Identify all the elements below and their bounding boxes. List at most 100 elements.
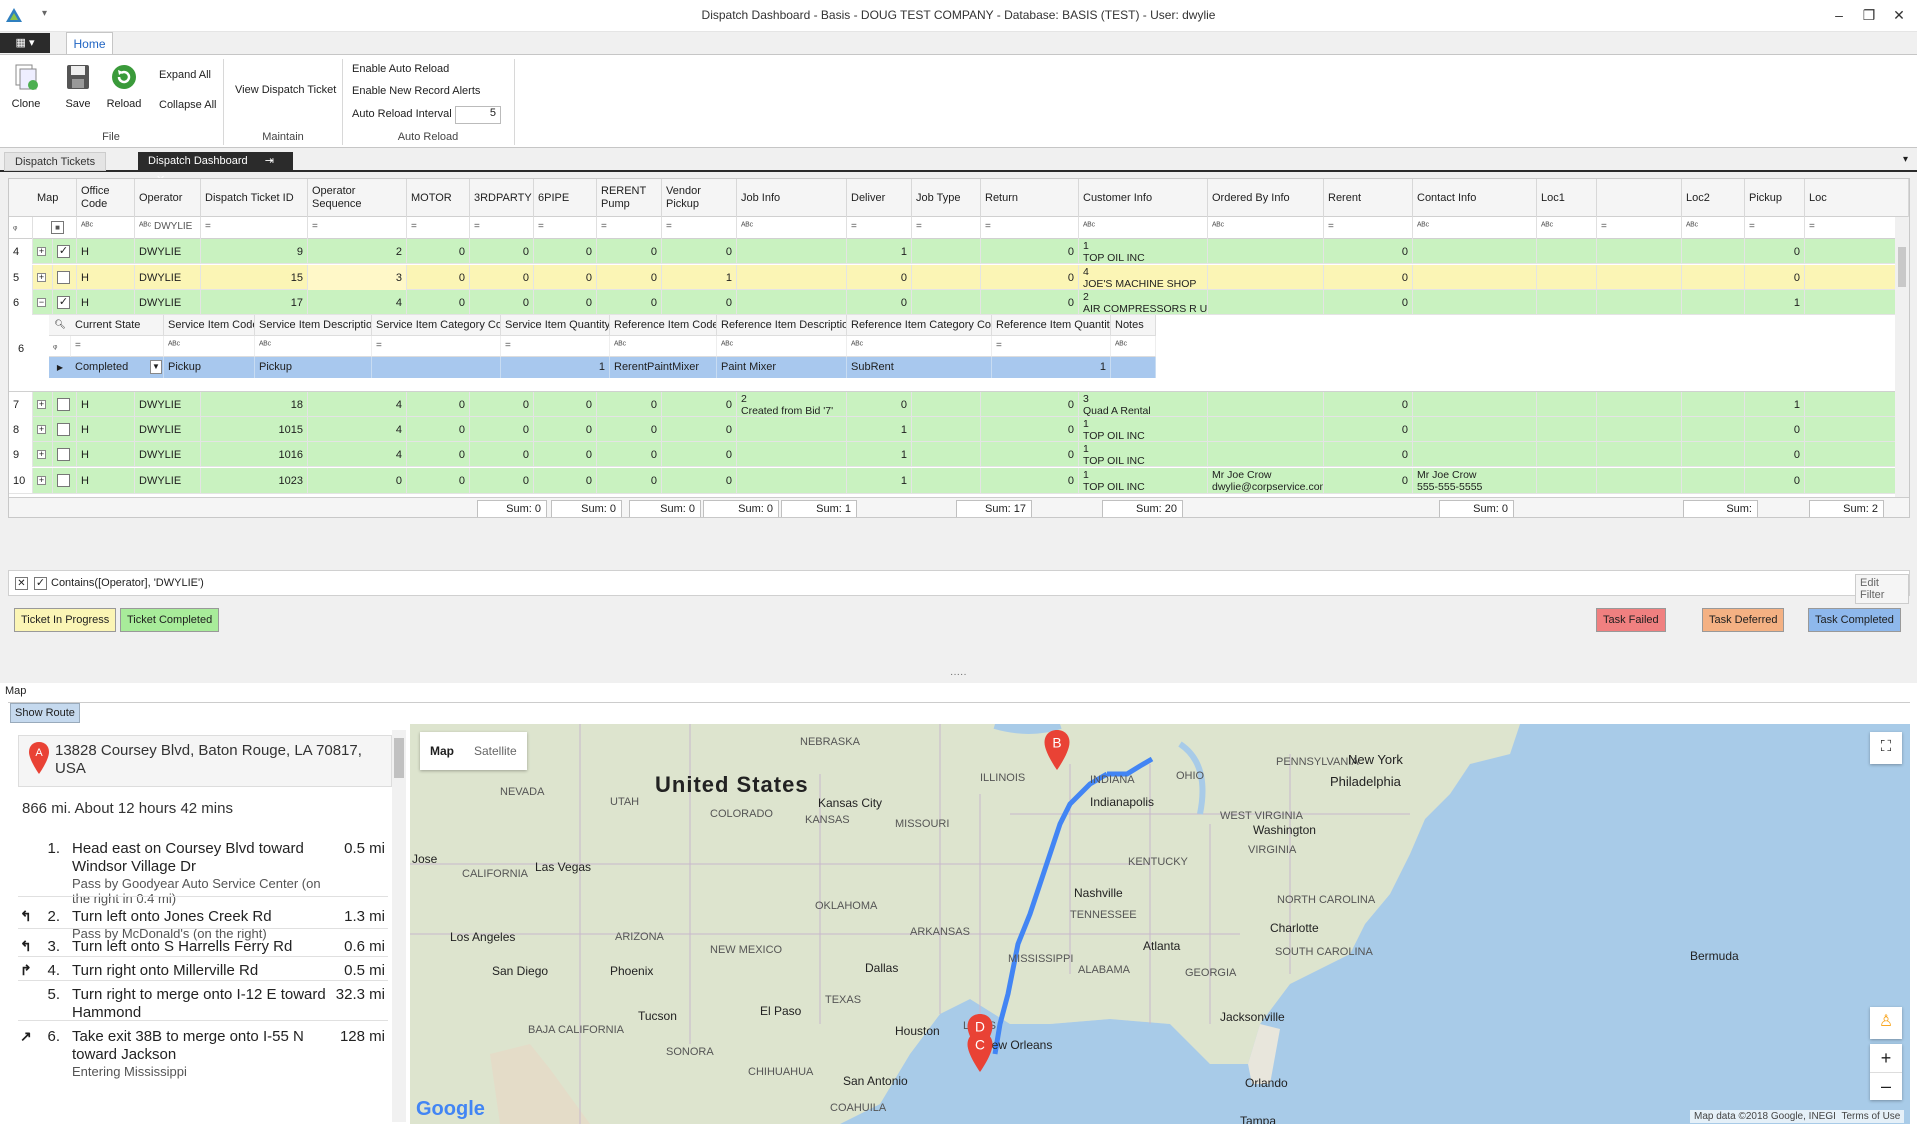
step-text[interactable]: Turn right onto Millerville Rd bbox=[72, 962, 337, 980]
motor-cell[interactable]: 0 bbox=[407, 290, 470, 315]
ord-info-cell[interactable] bbox=[1208, 442, 1324, 467]
cust-info-cell[interactable]: 1 TOP OIL INC bbox=[1079, 442, 1208, 467]
expand-all-button[interactable]: Expand All bbox=[159, 69, 211, 81]
detail-column-header[interactable]: Notes bbox=[1111, 315, 1156, 336]
detail-code-cell[interactable]: Pickup bbox=[164, 357, 255, 378]
seq-cell[interactable]: 0 bbox=[308, 468, 407, 493]
rerent2-cell[interactable]: 0 bbox=[1324, 290, 1413, 315]
cust-info-cell[interactable]: 4 JOE'S MACHINE SHOP bbox=[1079, 265, 1208, 290]
office-cell[interactable]: H bbox=[77, 468, 135, 493]
loc1-cell[interactable] bbox=[1537, 265, 1597, 290]
ord-info-cell[interactable] bbox=[1208, 417, 1324, 442]
loc2-cell[interactable] bbox=[1682, 442, 1745, 467]
vendor-cell[interactable]: 1 bbox=[662, 265, 737, 290]
vendor-cell[interactable]: 0 bbox=[662, 392, 737, 417]
marker-c-icon[interactable]: C bbox=[966, 1032, 994, 1072]
filter-cell[interactable]: = bbox=[1745, 217, 1805, 239]
detail-ref_qty-cell[interactable]: 1 bbox=[992, 357, 1111, 378]
op-cell[interactable]: DWYLIE bbox=[135, 392, 201, 417]
column-header[interactable]: Loc1 bbox=[1537, 179, 1597, 217]
jobtype-cell[interactable] bbox=[912, 417, 981, 442]
map-type-map-button[interactable]: Map bbox=[420, 732, 464, 770]
map-checkbox[interactable]: ✓ bbox=[53, 290, 77, 315]
pipe-cell[interactable]: 0 bbox=[534, 468, 597, 493]
filter-cell[interactable]: ᴬᴮᶜ DWYLIE bbox=[135, 217, 201, 239]
column-header[interactable]: Ordered By Info bbox=[1208, 179, 1324, 217]
auto-reload-interval-input[interactable]: 5 bbox=[455, 106, 501, 124]
deliver-cell[interactable]: 0 bbox=[847, 392, 912, 417]
ord-info-cell[interactable] bbox=[1208, 265, 1324, 290]
rerent-cell[interactable]: 0 bbox=[597, 265, 662, 290]
splitter-handle[interactable]: ····· bbox=[950, 669, 967, 680]
pickup-cell[interactable]: 0 bbox=[1745, 239, 1805, 264]
office-cell[interactable]: H bbox=[77, 265, 135, 290]
rerent-cell[interactable]: 0 bbox=[597, 468, 662, 493]
step-text[interactable]: Take exit 38B to merge onto I-55 N towar… bbox=[72, 1028, 337, 1079]
job-info-cell[interactable] bbox=[737, 468, 847, 493]
column-header[interactable]: Return bbox=[981, 179, 1079, 217]
detail-filter-cell[interactable]: ᵩ bbox=[49, 336, 71, 357]
motor-cell[interactable]: 0 bbox=[407, 392, 470, 417]
minimize-button[interactable]: – bbox=[1824, 4, 1854, 26]
loc1-cell[interactable] bbox=[1537, 392, 1597, 417]
rerent2-cell[interactable]: 0 bbox=[1324, 442, 1413, 467]
filter-cell[interactable]: ᴬᴮᶜ bbox=[1413, 217, 1537, 239]
vendor-cell[interactable]: 0 bbox=[662, 417, 737, 442]
jobtype-cell[interactable] bbox=[912, 265, 981, 290]
pipe-cell[interactable]: 0 bbox=[534, 290, 597, 315]
ret-cell[interactable]: 0 bbox=[981, 239, 1079, 264]
ord-info-cell[interactable] bbox=[1208, 290, 1324, 315]
detail-column-header[interactable]: Service Item Description bbox=[255, 315, 372, 336]
filter-cell[interactable]: = bbox=[534, 217, 597, 239]
detail-column-header[interactable]: Service Item Code bbox=[164, 315, 255, 336]
blank-cell[interactable] bbox=[1597, 442, 1682, 467]
blank-cell[interactable] bbox=[1597, 468, 1682, 493]
column-header[interactable]: Loc2 bbox=[1682, 179, 1745, 217]
contact-info-cell[interactable] bbox=[1413, 265, 1537, 290]
zoom-in-button[interactable]: + bbox=[1870, 1044, 1902, 1072]
clear-filter-icon[interactable]: ✕ bbox=[15, 577, 28, 590]
filter-cell[interactable]: ᴬᴮᶜ bbox=[77, 217, 135, 239]
id-cell[interactable]: 18 bbox=[201, 392, 308, 417]
office-cell[interactable]: H bbox=[77, 290, 135, 315]
third-cell[interactable]: 0 bbox=[470, 392, 534, 417]
map-checkbox[interactable] bbox=[53, 468, 77, 493]
filter-cell[interactable]: = bbox=[1805, 217, 1909, 239]
view-dispatch-ticket-button[interactable]: View Dispatch Ticket bbox=[235, 84, 336, 96]
filter-cell[interactable]: ᴬᴮᶜ bbox=[1537, 217, 1597, 239]
deliver-cell[interactable]: 1 bbox=[847, 239, 912, 264]
motor-cell[interactable]: 0 bbox=[407, 265, 470, 290]
jobtype-cell[interactable] bbox=[912, 290, 981, 315]
op-cell[interactable]: DWYLIE bbox=[135, 442, 201, 467]
job-info-cell[interactable] bbox=[737, 239, 847, 264]
deliver-cell[interactable]: 1 bbox=[847, 468, 912, 493]
third-cell[interactable]: 0 bbox=[470, 468, 534, 493]
rerent2-cell[interactable]: 0 bbox=[1324, 468, 1413, 493]
filter-cell[interactable]: = bbox=[662, 217, 737, 239]
ret-cell[interactable]: 0 bbox=[981, 265, 1079, 290]
pipe-cell[interactable]: 0 bbox=[534, 417, 597, 442]
loc2-cell[interactable] bbox=[1682, 265, 1745, 290]
contact-info-cell[interactable] bbox=[1413, 392, 1537, 417]
filter-cell[interactable]: = bbox=[1324, 217, 1413, 239]
cust-info-cell[interactable]: 1 TOP OIL INC bbox=[1079, 417, 1208, 442]
map-checkbox[interactable]: ✓ bbox=[53, 239, 77, 264]
jobtype-cell[interactable] bbox=[912, 239, 981, 264]
detail-filter-cell[interactable]: = bbox=[372, 336, 501, 357]
collapse-all-button[interactable]: Collapse All bbox=[159, 99, 216, 111]
column-header[interactable]: Loc bbox=[1805, 179, 1909, 217]
zoom-out-button[interactable]: – bbox=[1870, 1072, 1902, 1100]
state-dropdown-icon[interactable]: ▼ bbox=[150, 360, 162, 374]
tab-home[interactable]: Home bbox=[66, 32, 113, 55]
contact-info-cell[interactable] bbox=[1413, 290, 1537, 315]
job-info-cell[interactable]: 2 Created from Bid '7' bbox=[737, 392, 847, 417]
detail-column-header[interactable]: Current State bbox=[71, 315, 164, 336]
reload-button[interactable]: Reload bbox=[104, 63, 144, 110]
expand-row-icon[interactable]: + bbox=[33, 265, 53, 290]
filter-cell[interactable]: = bbox=[912, 217, 981, 239]
filter-cell[interactable]: = bbox=[981, 217, 1079, 239]
column-header[interactable]: Operator Sequence bbox=[308, 179, 407, 217]
deliver-cell[interactable]: 0 bbox=[847, 290, 912, 315]
pipe-cell[interactable]: 0 bbox=[534, 265, 597, 290]
motor-cell[interactable]: 0 bbox=[407, 239, 470, 264]
